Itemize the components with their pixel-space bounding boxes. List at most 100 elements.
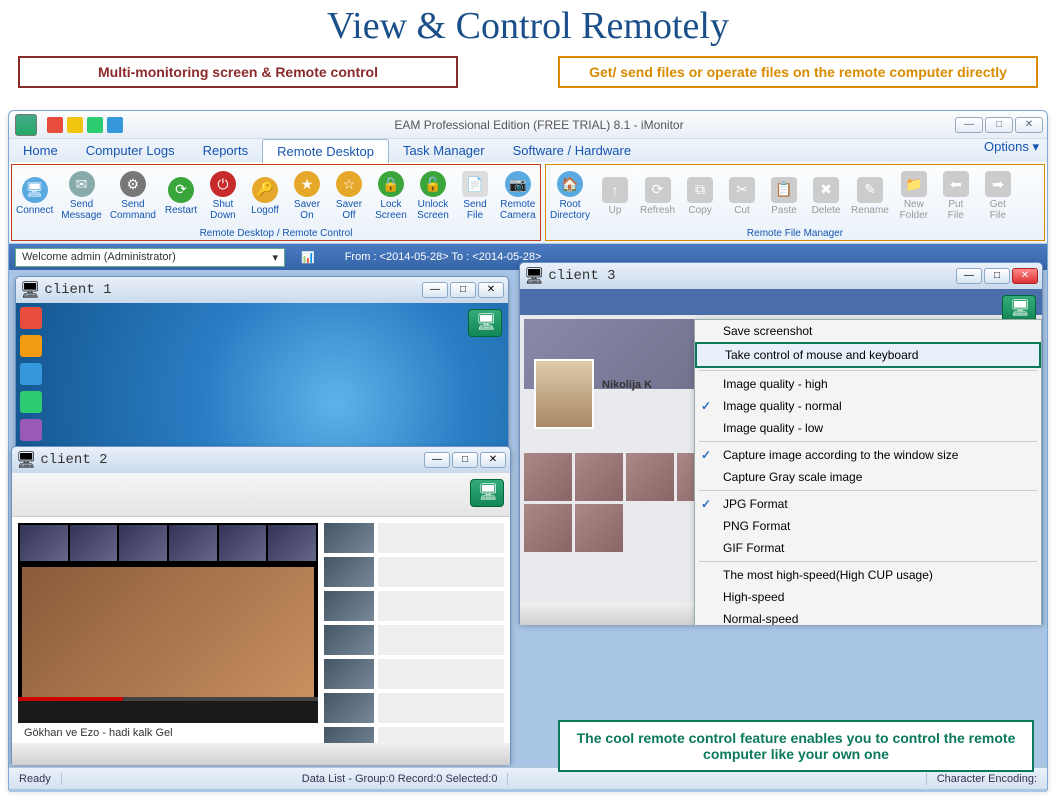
menu-item-jpg-format[interactable]: ✓JPG Format [695, 493, 1041, 515]
video-player[interactable] [18, 523, 318, 723]
remote-desktop-view[interactable] [16, 303, 508, 467]
date-filter[interactable]: From : <2014-05-28> To : <2014-05-28> [345, 251, 542, 263]
menu-item-the-most-high-speed-high-cup-u[interactable]: The most high-speed(High CUP usage) [695, 564, 1041, 586]
ribbon-logoff[interactable]: 🔑Logoff [244, 165, 286, 227]
photo-thumb[interactable] [626, 453, 674, 501]
menu-item-capture-image-according-to-the[interactable]: ✓Capture image according to the window s… [695, 444, 1041, 466]
ribbon-remote-camera[interactable]: 📷RemoteCamera [496, 165, 540, 227]
status-datalist: Data List - Group:0 Record:0 Selected:0 [292, 773, 509, 785]
child-window-client2[interactable]: 🖥 client 2 — □ ✕ [11, 446, 511, 764]
menu-item-label: Take control of mouse and keyboard [725, 348, 918, 362]
minimize-button[interactable]: — [955, 117, 983, 133]
tab-software-hardware[interactable]: Software / Hardware [499, 139, 646, 162]
maximize-button[interactable]: □ [450, 282, 476, 298]
ribbon-item-label: RootDirectory [550, 199, 590, 221]
close-button[interactable]: ✕ [480, 452, 506, 468]
remote-control-badge-icon[interactable] [470, 479, 504, 507]
ribbon-shut-down[interactable]: ⏻ShutDown [202, 165, 244, 227]
welcome-dropdown[interactable]: Welcome admin (Administrator)▾ [15, 248, 285, 267]
ribbon-saver-off[interactable]: ☆SaverOff [328, 165, 370, 227]
related-video[interactable] [324, 659, 504, 689]
menu-item-image-quality-high[interactable]: Image quality - high [695, 373, 1041, 395]
menu-item-take-control-of-mouse-and-keyb[interactable]: Take control of mouse and keyboard [695, 342, 1041, 368]
workspace: 🖥 client 1 — □ ✕ [9, 270, 1047, 792]
qat-icon[interactable] [47, 117, 63, 133]
related-video[interactable] [324, 523, 504, 553]
callout-remote-control: The cool remote control feature enables … [558, 720, 1034, 772]
ribbon-unlock-screen[interactable]: 🔓UnlockScreen [412, 165, 454, 227]
remote-desktop-view[interactable]: Gökhan ve Ezo - hadi kalk Gel 1.173.168 … [12, 473, 510, 765]
ribbon-group-file-manager: 🏠RootDirectory↑Up⟳Refresh⧉Copy✂Cut📋Paste… [545, 164, 1045, 241]
menu-item-high-speed[interactable]: High-speed [695, 586, 1041, 608]
saver-off-icon: ☆ [336, 171, 362, 197]
titlebar[interactable]: EAM Professional Edition (FREE TRIAL) 8.… [9, 111, 1047, 139]
ribbon-cut: ✂Cut [721, 165, 763, 227]
ribbon-item-label: Restart [165, 205, 197, 216]
maximize-button[interactable]: □ [452, 452, 478, 468]
menu-item-save-screenshot[interactable]: Save screenshot [695, 320, 1041, 342]
qat-icon[interactable] [87, 117, 103, 133]
ribbon-send-file[interactable]: 📄SendFile [454, 165, 496, 227]
ribbon-delete: ✖Delete [805, 165, 847, 227]
menu-item-png-format[interactable]: PNG Format [695, 515, 1041, 537]
related-video[interactable] [324, 591, 504, 621]
check-icon: ✓ [701, 448, 711, 462]
ribbon-connect[interactable]: 🖥Connect [12, 165, 57, 227]
ribbon-send-message[interactable]: ✉SendMessage [57, 165, 106, 227]
maximize-button[interactable]: □ [984, 268, 1010, 284]
logoff-icon: 🔑 [252, 177, 278, 203]
check-icon: ✓ [701, 497, 711, 511]
related-video[interactable] [324, 625, 504, 655]
ribbon-caption-right: Remote File Manager [546, 227, 1044, 240]
related-video[interactable] [324, 557, 504, 587]
minimize-button[interactable]: — [424, 452, 450, 468]
ribbon-send-command[interactable]: ⚙SendCommand [106, 165, 160, 227]
close-button[interactable]: ✕ [1015, 117, 1043, 133]
ribbon-lock-screen[interactable]: 🔒LockScreen [370, 165, 412, 227]
photo-thumb[interactable] [575, 453, 623, 501]
ribbon-tabs: HomeComputer LogsReportsRemote DesktopTa… [9, 139, 1047, 162]
photo-thumb[interactable] [524, 504, 572, 552]
photo-thumb[interactable] [524, 453, 572, 501]
tab-home[interactable]: Home [9, 139, 72, 162]
ribbon-paste: 📋Paste [763, 165, 805, 227]
photo-thumb[interactable] [575, 504, 623, 552]
close-button[interactable]: ✕ [1012, 268, 1038, 284]
desktop-shortcut-icon[interactable] [20, 391, 42, 413]
ribbon-restart[interactable]: ⟳Restart [160, 165, 202, 227]
ribbon-root-directory[interactable]: 🏠RootDirectory [546, 165, 594, 227]
ribbon-item-label: Cut [734, 205, 750, 216]
tab-task-manager[interactable]: Task Manager [389, 139, 499, 162]
ribbon-put-file: ⬅PutFile [935, 165, 977, 227]
menu-item-image-quality-normal[interactable]: ✓Image quality - normal [695, 395, 1041, 417]
qat-icon[interactable] [67, 117, 83, 133]
desktop-shortcut-icon[interactable] [20, 419, 42, 441]
tab-computer-logs[interactable]: Computer Logs [72, 139, 189, 162]
desktop-shortcut-icon[interactable] [20, 335, 42, 357]
remote-control-badge-icon[interactable] [468, 309, 502, 337]
desktop-shortcut-icon[interactable] [20, 307, 42, 329]
ribbon-saver-on[interactable]: ★SaverOn [286, 165, 328, 227]
close-button[interactable]: ✕ [478, 282, 504, 298]
child-window-client3[interactable]: 🖥 client 3 — □ ✕ Nikolija K [519, 262, 1043, 624]
ribbon-copy: ⧉Copy [679, 165, 721, 227]
ribbon-item-label: UnlockScreen [417, 199, 449, 221]
tab-reports[interactable]: Reports [189, 139, 263, 162]
minimize-button[interactable]: — [956, 268, 982, 284]
menu-item-normal-speed[interactable]: Normal-speed [695, 608, 1041, 625]
menu-item-capture-gray-scale-image[interactable]: Capture Gray scale image [695, 466, 1041, 488]
options-dropdown[interactable]: Options ▾ [984, 139, 1047, 162]
ribbon-item-label: SendFile [463, 199, 486, 221]
menu-item-gif-format[interactable]: GIF Format [695, 537, 1041, 559]
window-icon: 🖥 [20, 280, 40, 300]
maximize-button[interactable]: □ [985, 117, 1013, 133]
tab-remote-desktop[interactable]: Remote Desktop [262, 139, 389, 163]
ribbon-item-label: GetFile [990, 199, 1006, 221]
remote-taskbar[interactable] [12, 743, 510, 765]
qat-icon[interactable] [107, 117, 123, 133]
child-window-client1[interactable]: 🖥 client 1 — □ ✕ [15, 276, 509, 466]
menu-item-image-quality-low[interactable]: Image quality - low [695, 417, 1041, 439]
desktop-shortcut-icon[interactable] [20, 363, 42, 385]
related-video[interactable] [324, 693, 504, 723]
minimize-button[interactable]: — [422, 282, 448, 298]
